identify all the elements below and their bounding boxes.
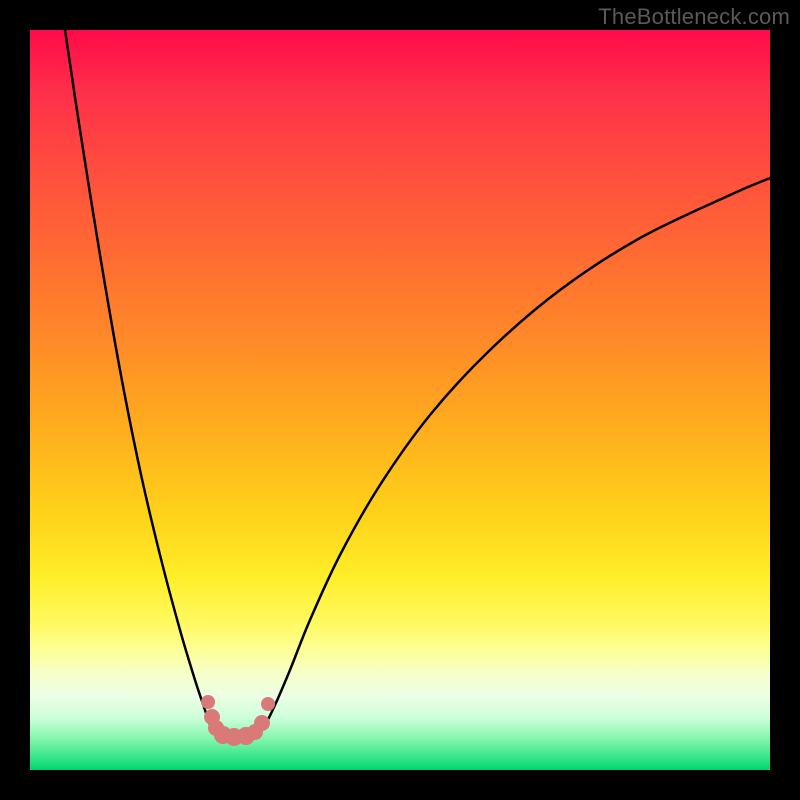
- watermark-text: TheBottleneck.com: [598, 4, 790, 30]
- valley-marker: [201, 695, 215, 709]
- bottleneck-line: [65, 30, 770, 737]
- plot-area: [30, 30, 770, 770]
- bottleneck-curve: [30, 30, 770, 770]
- valley-marker: [254, 715, 270, 731]
- chart-frame: TheBottleneck.com: [0, 0, 800, 800]
- valley-marker: [261, 697, 275, 711]
